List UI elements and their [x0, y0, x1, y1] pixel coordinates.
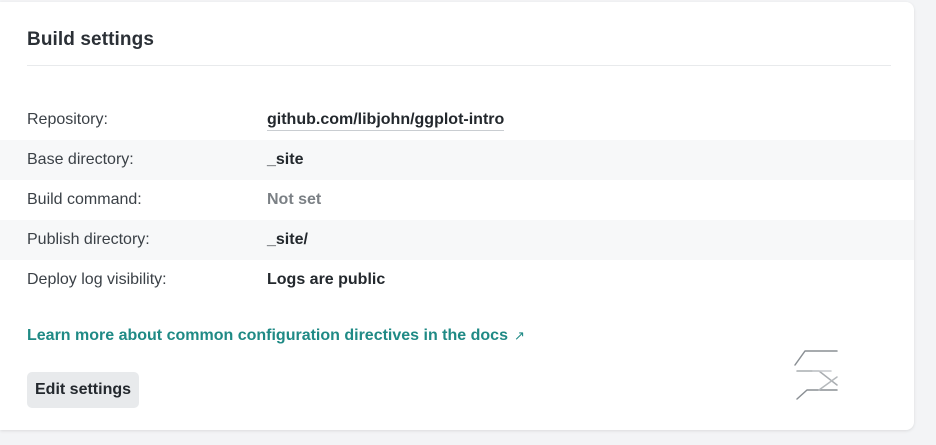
row-label: Deploy log visibility:: [27, 271, 167, 288]
card-title: Build settings: [27, 29, 155, 50]
row-label: Base directory:: [27, 151, 134, 168]
settings-row-deploy-log-visibility: Deploy log visibility: Logs are public: [0, 260, 914, 300]
netlify-logo-icon: [794, 350, 838, 400]
settings-row-repository: Repository: github.com/libjohn/ggplot-in…: [0, 100, 914, 140]
settings-row-publish-directory: Publish directory: _site/: [0, 220, 914, 260]
docs-link-text: Learn more about common configuration di…: [27, 327, 508, 344]
settings-row-build-command: Build command: Not set: [0, 180, 914, 220]
row-value: Not set: [267, 191, 322, 208]
settings-list: Repository: github.com/libjohn/ggplot-in…: [0, 100, 914, 300]
row-value: _site/: [267, 231, 308, 248]
row-value: Logs are public: [267, 271, 386, 288]
edit-settings-button[interactable]: Edit settings: [27, 372, 140, 408]
external-link-icon: ↗: [513, 328, 525, 343]
settings-row-base-directory: Base directory: _site: [0, 140, 914, 180]
row-value: _site: [267, 151, 304, 168]
row-label: Publish directory:: [27, 231, 150, 248]
title-divider: [27, 65, 891, 66]
docs-link[interactable]: Learn more about common configuration di…: [27, 327, 525, 345]
repository-link[interactable]: github.com/libjohn/ggplot-intro: [267, 111, 505, 131]
build-settings-card: Build settings Repository: github.com/li…: [0, 2, 914, 430]
row-label: Repository:: [27, 111, 108, 128]
row-label: Build command:: [27, 191, 142, 208]
